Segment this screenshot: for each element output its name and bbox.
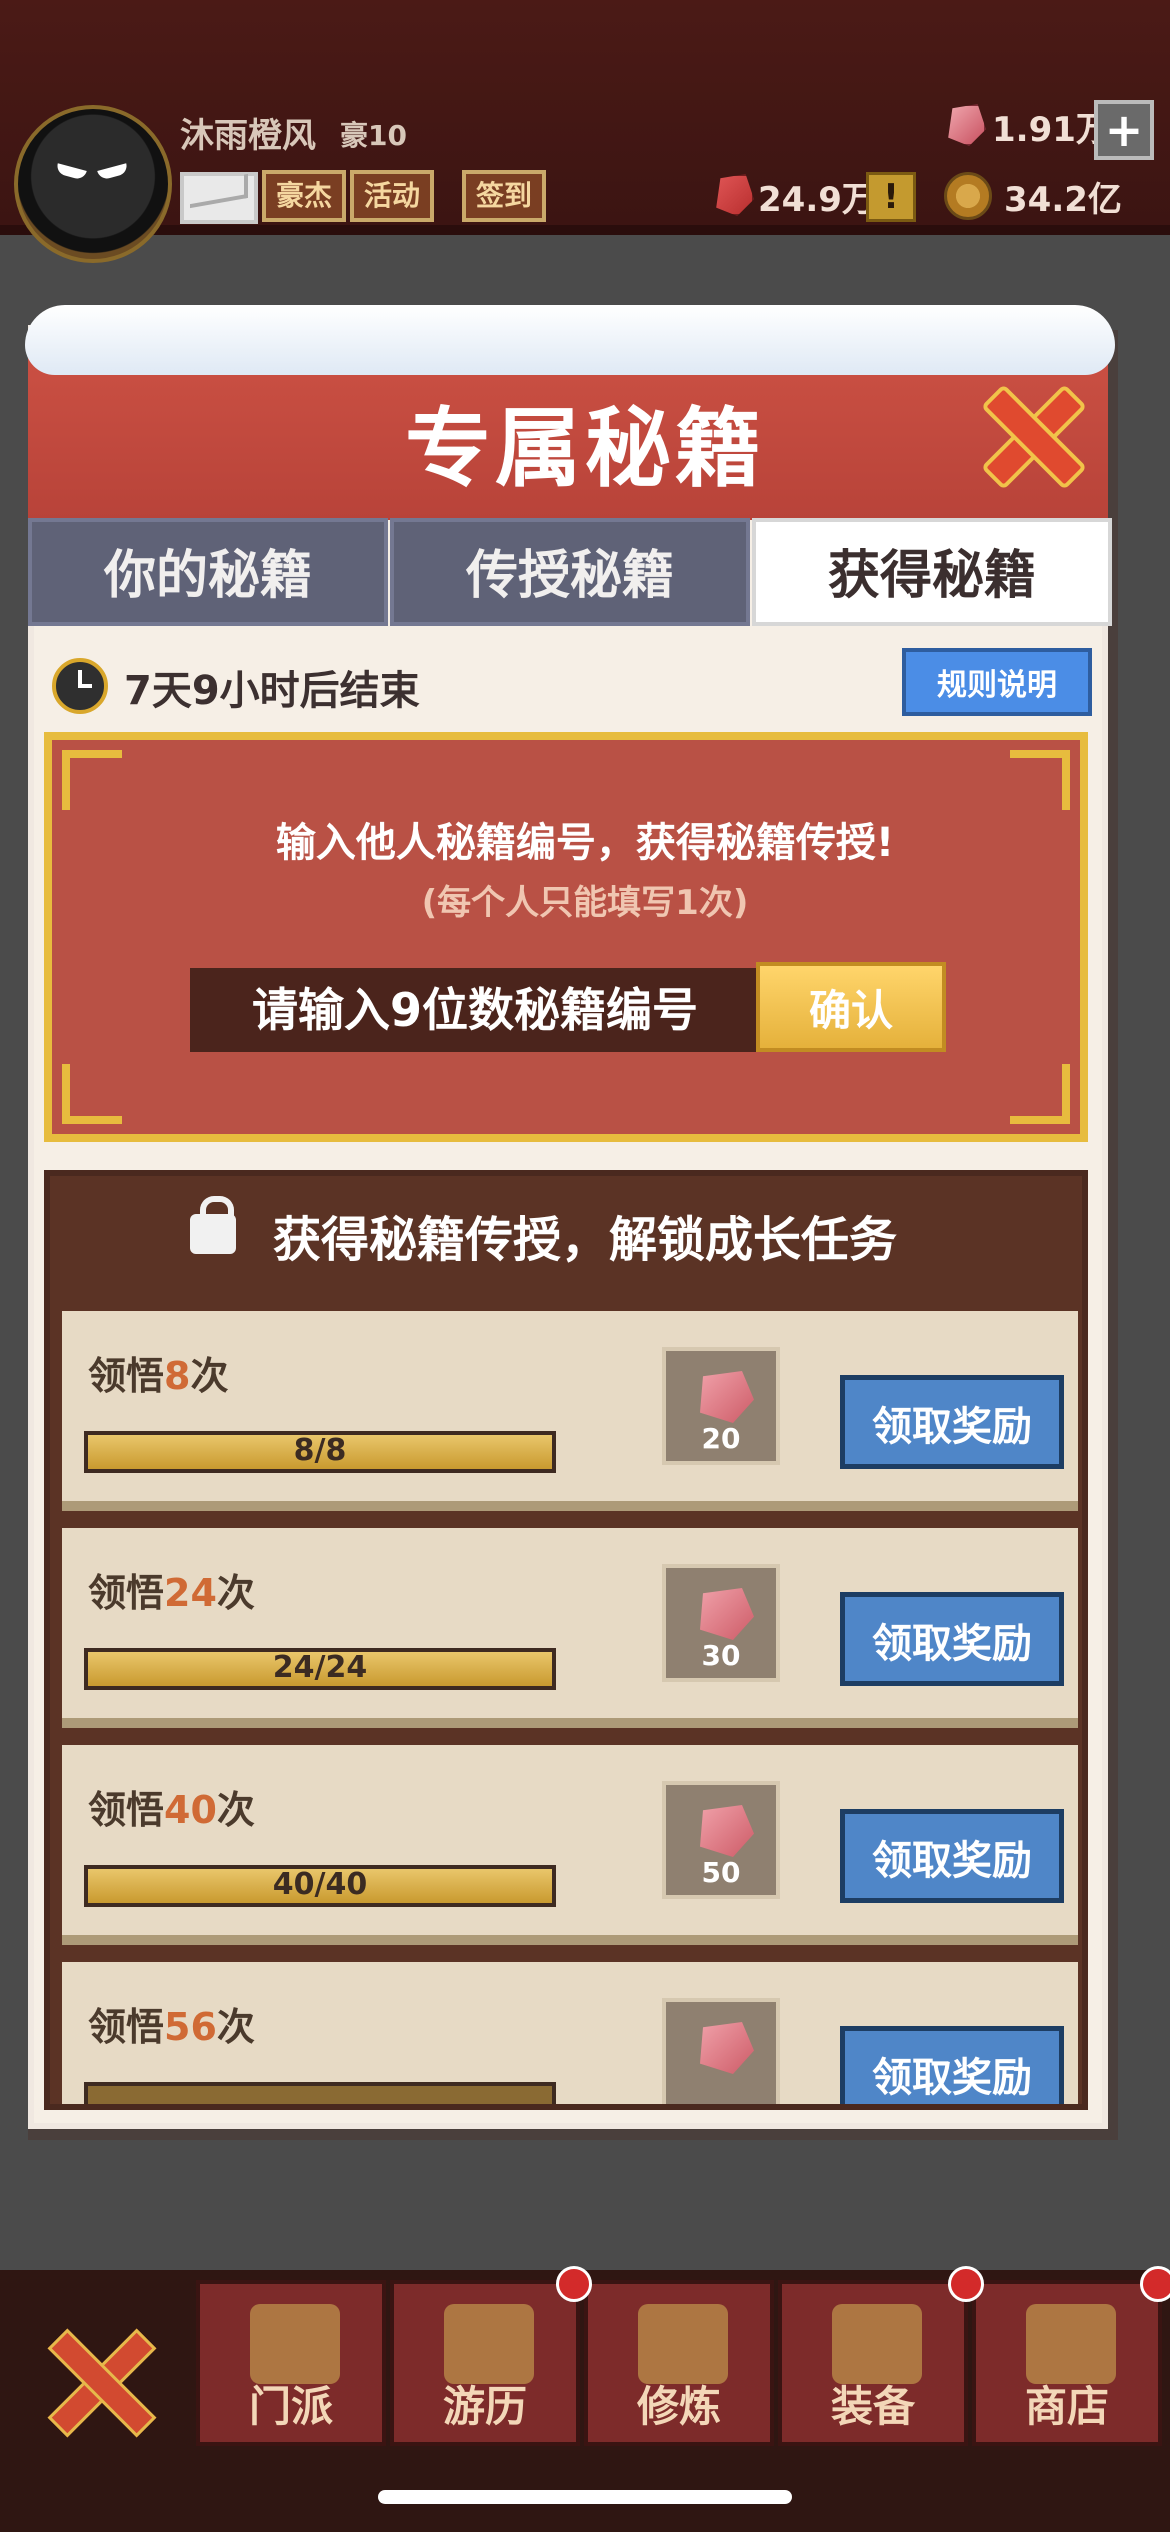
tab-teach-secrets[interactable]: 传授秘籍 [390, 518, 750, 626]
tab-obtain-secrets[interactable]: 获得秘籍 [752, 518, 1112, 626]
panel-corner-ornament [62, 1064, 122, 1124]
notification-dot [1140, 2266, 1170, 2302]
task-label: 领悟40次 [88, 1788, 255, 1832]
reward-quantity: 30 [701, 1639, 741, 1672]
progress-bar: 8/8 [84, 1431, 556, 1473]
tasks-header: 获得秘籍传授，解锁成长任务 [272, 1212, 897, 1268]
gem-icon [700, 2022, 754, 2074]
progress-bar [84, 2082, 556, 2104]
event-timer: 7天9小时后结束 [124, 668, 420, 714]
nav-tab-shop[interactable]: 商店 [972, 2280, 1162, 2446]
player-rank: 豪10 [340, 119, 407, 152]
red-currency-alert-icon[interactable]: ! [866, 172, 916, 222]
nav-tab-cultivate[interactable]: 修炼 [584, 2280, 774, 2446]
reward-slot[interactable]: 50 [662, 1781, 780, 1899]
gem-icon [700, 1588, 754, 1640]
claim-reward-button[interactable]: 领取奖励 [840, 1375, 1064, 1469]
panel-corner-ornament [1010, 1064, 1070, 1124]
home-indicator[interactable] [378, 2490, 792, 2504]
red-currency-count: 24.9万 [758, 180, 876, 220]
clock-icon [52, 658, 108, 714]
nav-tab-label: 修炼 [636, 2382, 721, 2431]
book-icon [638, 2304, 728, 2384]
confirm-button[interactable]: 确认 [756, 962, 946, 1052]
sect-building-icon [250, 2304, 340, 2384]
progress-bar: 24/24 [84, 1648, 556, 1690]
sword-icon [832, 2304, 922, 2384]
nav-tab-label: 门派 [248, 2382, 333, 2431]
code-panel-subtitle: (每个人只能填写1次) [421, 883, 749, 923]
panel-corner-ornament [62, 750, 122, 810]
task-card: 领悟56次 领取奖励 [62, 1962, 1078, 2104]
nav-tab-sect[interactable]: 门派 [196, 2280, 386, 2446]
progress-bar: 40/40 [84, 1865, 556, 1907]
notification-dot [948, 2266, 984, 2302]
coin-count: 34.2亿 [1004, 180, 1122, 220]
avatar[interactable] [14, 105, 172, 263]
progress-text: 40/40 [272, 1867, 368, 1902]
add-gems-button[interactable]: + [1094, 100, 1154, 160]
nav-tab-label: 商店 [1024, 2382, 1109, 2431]
nav-tab-equipment[interactable]: 装备 [778, 2280, 968, 2446]
mail-icon[interactable] [180, 172, 258, 224]
progress-text: 8/8 [293, 1433, 347, 1468]
avatar-eye-left [55, 163, 87, 181]
snow-decoration [25, 305, 1115, 375]
shop-icon [1026, 2304, 1116, 2384]
reward-quantity: 50 [701, 1856, 741, 1889]
coin-icon [944, 172, 992, 220]
nav-tab-label: 游历 [442, 2382, 527, 2431]
hero-button[interactable]: 豪杰 [262, 170, 347, 222]
task-card: 领悟24次 24/24 30 领取奖励 [62, 1528, 1078, 1728]
nav-tab-travel[interactable]: 游历 [390, 2280, 580, 2446]
code-input-panel [44, 732, 1088, 1142]
reward-slot[interactable]: 20 [662, 1347, 780, 1465]
mountain-icon [444, 2304, 534, 2384]
gem-icon [700, 1371, 754, 1423]
progress-text: 24/24 [272, 1650, 368, 1685]
rules-button[interactable]: 规则说明 [902, 648, 1092, 716]
reward-slot[interactable]: 30 [662, 1564, 780, 1682]
gem-count: 1.91万 [992, 110, 1110, 150]
task-card: 领悟8次 8/8 20 领取奖励 [62, 1311, 1078, 1511]
task-label: 领悟24次 [88, 1571, 255, 1615]
secret-code-input[interactable]: 请输入9位数秘籍编号 [190, 968, 760, 1052]
claim-reward-button[interactable]: 领取奖励 [840, 2026, 1064, 2104]
reward-quantity: 20 [701, 1422, 741, 1455]
checkin-button[interactable]: 签到 [462, 170, 547, 222]
claim-reward-button[interactable]: 领取奖励 [840, 1809, 1064, 1903]
tab-your-secrets[interactable]: 你的秘籍 [28, 518, 388, 626]
task-label: 领悟8次 [88, 1354, 229, 1398]
task-label: 领悟56次 [88, 2005, 255, 2049]
reward-slot[interactable] [662, 1998, 780, 2104]
gem-icon [700, 1805, 754, 1857]
events-button[interactable]: 活动 [350, 170, 435, 222]
task-card: 领悟40次 40/40 50 领取奖励 [62, 1745, 1078, 1945]
growth-tasks-panel: 领悟8次 8/8 20 领取奖励 领悟24次 24/24 30 领取奖励 领悟4… [44, 1170, 1088, 2110]
panel-corner-ornament [1010, 750, 1070, 810]
code-panel-title: 输入他人秘籍编号，获得秘籍传授! [275, 820, 895, 866]
nav-tab-label: 装备 [830, 2382, 915, 2431]
player-name: 沐雨橙风 [180, 116, 316, 156]
claim-reward-button[interactable]: 领取奖励 [840, 1592, 1064, 1686]
close-icon[interactable] [50, 2330, 150, 2430]
notification-dot [556, 2266, 592, 2302]
avatar-eye-right [97, 163, 129, 181]
close-icon[interactable] [978, 384, 1074, 480]
